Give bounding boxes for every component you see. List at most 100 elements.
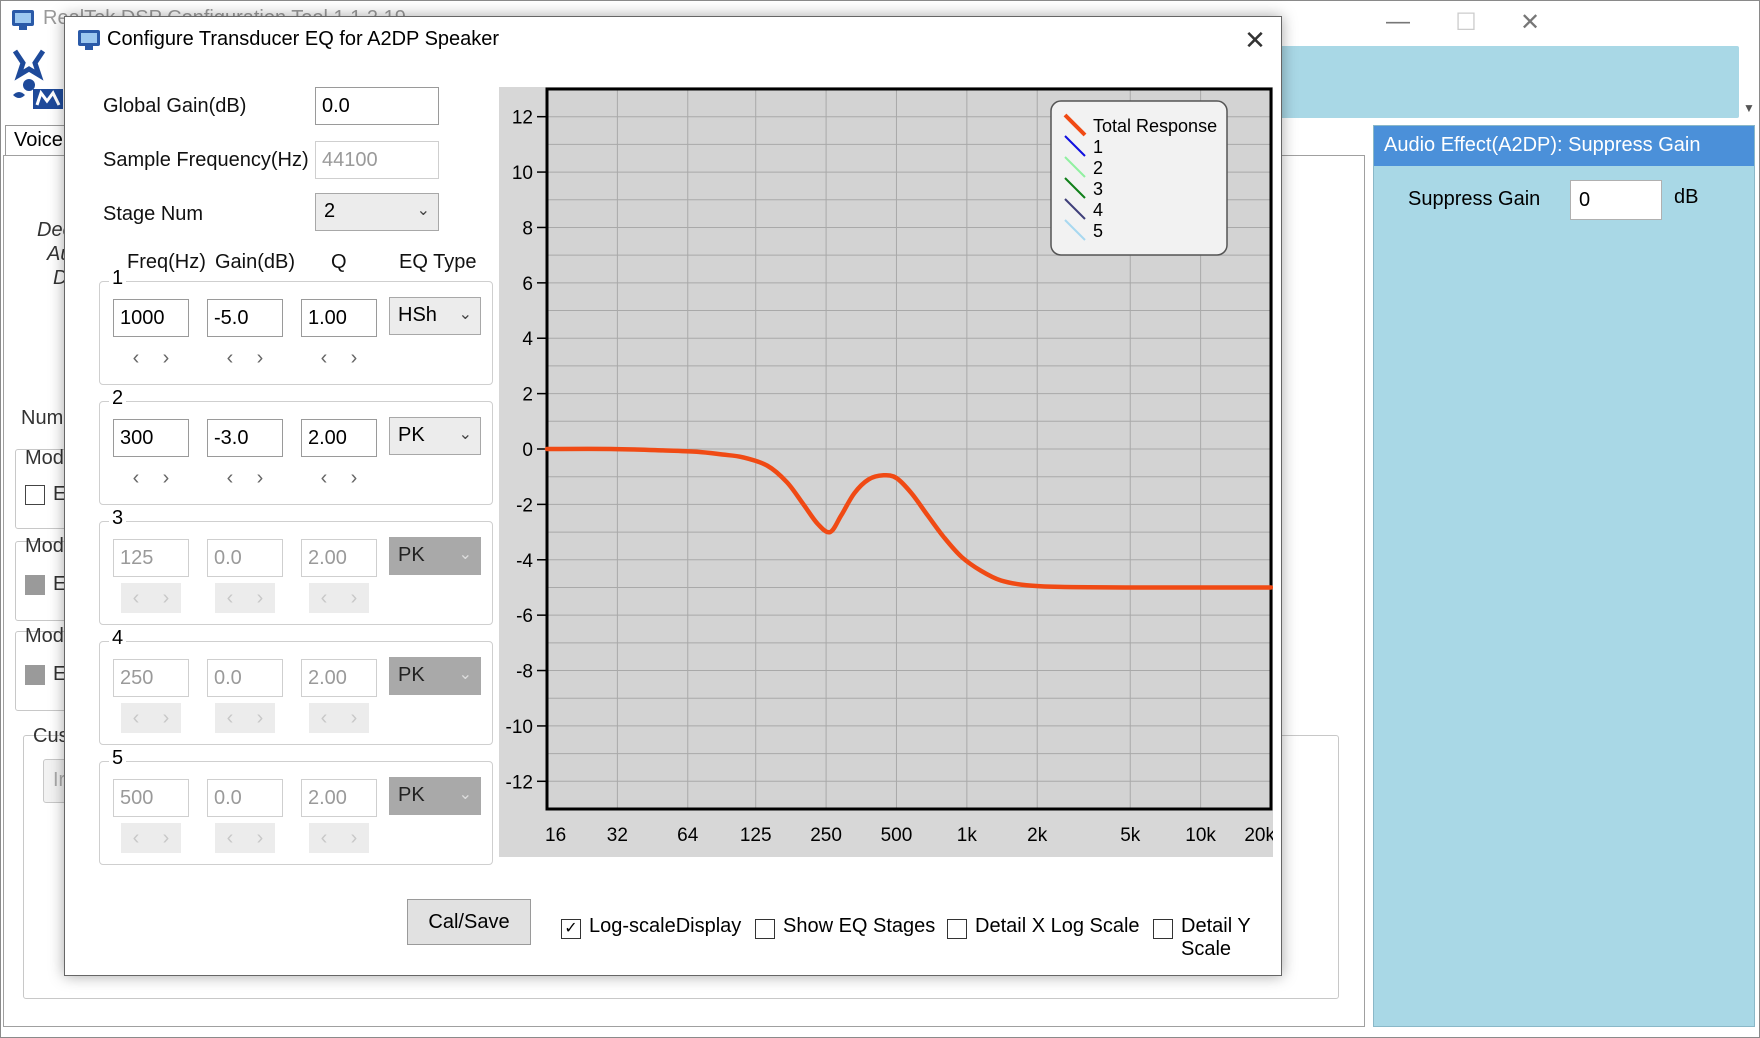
stage-freq-input (113, 659, 189, 697)
sample-frequency-input (315, 141, 439, 179)
stage-freq-input[interactable] (113, 299, 189, 337)
option-checkbox[interactable] (755, 919, 775, 939)
stage-eq-type-select[interactable]: PK ⌄ (389, 417, 481, 455)
dialog-close-button[interactable]: ✕ (1235, 23, 1275, 57)
stage-num-select[interactable]: 2 ⌄ (315, 193, 439, 231)
stage-gain-input (207, 659, 283, 697)
eq-stage-number: 2 (109, 387, 127, 410)
stage-eq-type-select: PK ⌄ (389, 777, 481, 815)
minimize-button[interactable]: — (1363, 5, 1433, 39)
stage-freq-input (113, 539, 189, 577)
suppress-gain-label: Suppress Gain (1408, 188, 1541, 210)
chevron-right-icon: › (350, 586, 358, 609)
y-tick-label: -2 (516, 495, 533, 516)
global-gain-label: Global Gain(dB) (103, 95, 247, 117)
y-tick-label: -12 (506, 772, 533, 793)
stage-spinner: ‹ › (309, 583, 369, 613)
option-label[interactable]: Detail X Log Scale (975, 915, 1140, 938)
chevron-right-icon[interactable]: › (249, 347, 271, 370)
stage-eq-type-select[interactable]: HSh ⌄ (389, 297, 481, 335)
dialog-title: Configure Transducer EQ for A2DP Speaker (107, 28, 500, 50)
stage-eq-type-value: PK (398, 544, 425, 566)
main-close-button[interactable]: ✕ (1495, 5, 1565, 39)
chevron-right-icon[interactable]: › (343, 347, 365, 370)
chevron-right-icon[interactable]: › (343, 467, 365, 490)
option-label[interactable]: Detail Y Scale (1181, 915, 1281, 961)
ghost-checkbox (25, 485, 45, 505)
cal-save-button[interactable]: Cal/Save (407, 899, 531, 945)
y-tick-label: 6 (522, 274, 533, 295)
y-tick-label: -8 (516, 662, 533, 683)
stage-spinner: ‹ › (215, 463, 275, 493)
chevron-left-icon: ‹ (320, 826, 328, 849)
x-tick-label: 64 (677, 825, 699, 846)
stage-spinner: ‹ › (121, 583, 181, 613)
chevron-left-icon[interactable]: ‹ (313, 347, 335, 370)
chevron-left-icon[interactable]: ‹ (125, 347, 147, 370)
eq-response-chart-svg: 121086420-2-4-6-8-10-1216 32 64 125 250 500 1k… (506, 87, 1273, 846)
y-tick-label: -10 (506, 717, 533, 738)
suppress-gain-input[interactable] (1570, 180, 1662, 220)
sample-frequency-label: Sample Frequency(Hz) (103, 149, 309, 171)
col-header-eq-type: EQ Type (399, 251, 477, 273)
ghost-checkbox (25, 665, 45, 685)
global-gain-input[interactable] (315, 87, 439, 125)
chevron-down-icon: ⌄ (458, 426, 472, 443)
stage-q-input[interactable] (301, 299, 377, 337)
chevron-right-icon[interactable]: › (155, 347, 177, 370)
stage-gain-input[interactable] (207, 299, 283, 337)
stage-spinner: ‹ › (121, 703, 181, 733)
x-tick-label: 500 (881, 825, 913, 846)
chevron-right-icon: › (350, 706, 358, 729)
x-tick-label: 2k (1027, 825, 1048, 846)
option-checkbox[interactable] (947, 919, 967, 939)
chevron-left-icon[interactable]: ‹ (219, 467, 241, 490)
chevron-left-icon[interactable]: ‹ (125, 467, 147, 490)
chevron-left-icon: ‹ (226, 826, 234, 849)
col-header-freq: Freq(Hz) (127, 251, 206, 273)
chevron-left-icon[interactable]: ‹ (219, 347, 241, 370)
realtek-logo (12, 49, 63, 109)
option-label[interactable]: Log-scaleDisplay (589, 915, 741, 938)
dialog-app-icon (78, 30, 100, 50)
ghost-checkbox (25, 575, 45, 595)
scroll-down-arrow-icon[interactable]: ▼ (1743, 101, 1755, 115)
tab-voice[interactable]: Voice (5, 125, 67, 155)
stage-gain-input[interactable] (207, 419, 283, 457)
col-header-q: Q (331, 251, 347, 273)
stage-freq-input[interactable] (113, 419, 189, 457)
stage-spinner: ‹ › (309, 703, 369, 733)
maximize-button[interactable]: ☐ (1431, 5, 1501, 39)
option-label[interactable]: Show EQ Stages (783, 915, 935, 938)
legend-label: 3 (1093, 179, 1103, 199)
chevron-right-icon[interactable]: › (249, 467, 271, 490)
stage-spinner: ‹ › (215, 343, 275, 373)
stage-q-input[interactable] (301, 419, 377, 457)
chevron-left-icon: ‹ (132, 706, 140, 729)
eq-stage-number: 1 (109, 267, 127, 290)
ghost-text: Mod (25, 625, 64, 647)
stage-spinner: ‹ › (121, 823, 181, 853)
x-tick-label: 125 (740, 825, 772, 846)
x-tick-label: 16 (545, 825, 566, 846)
stage-spinner: ‹ › (215, 703, 275, 733)
app-icon (12, 10, 34, 30)
legend-label: 1 (1093, 137, 1103, 157)
chevron-right-icon: › (256, 826, 264, 849)
y-tick-label: 12 (512, 108, 533, 129)
stage-spinner: ‹ › (121, 463, 181, 493)
y-tick-label: 10 (512, 163, 533, 184)
option-checkbox[interactable]: ✓ (561, 919, 581, 939)
x-tick-label: 5k (1120, 825, 1141, 846)
stage-spinner: ‹ › (309, 343, 369, 373)
stage-q-input (301, 659, 377, 697)
stage-q-input (301, 779, 377, 817)
option-checkbox[interactable] (1153, 919, 1173, 939)
chevron-left-icon[interactable]: ‹ (313, 467, 335, 490)
y-tick-label: -4 (516, 551, 533, 572)
chevron-right-icon[interactable]: › (155, 467, 177, 490)
chevron-left-icon: ‹ (132, 826, 140, 849)
y-tick-label: 0 (522, 440, 533, 461)
suppress-gain-unit: dB (1674, 186, 1699, 208)
x-tick-label: 1k (957, 825, 978, 846)
